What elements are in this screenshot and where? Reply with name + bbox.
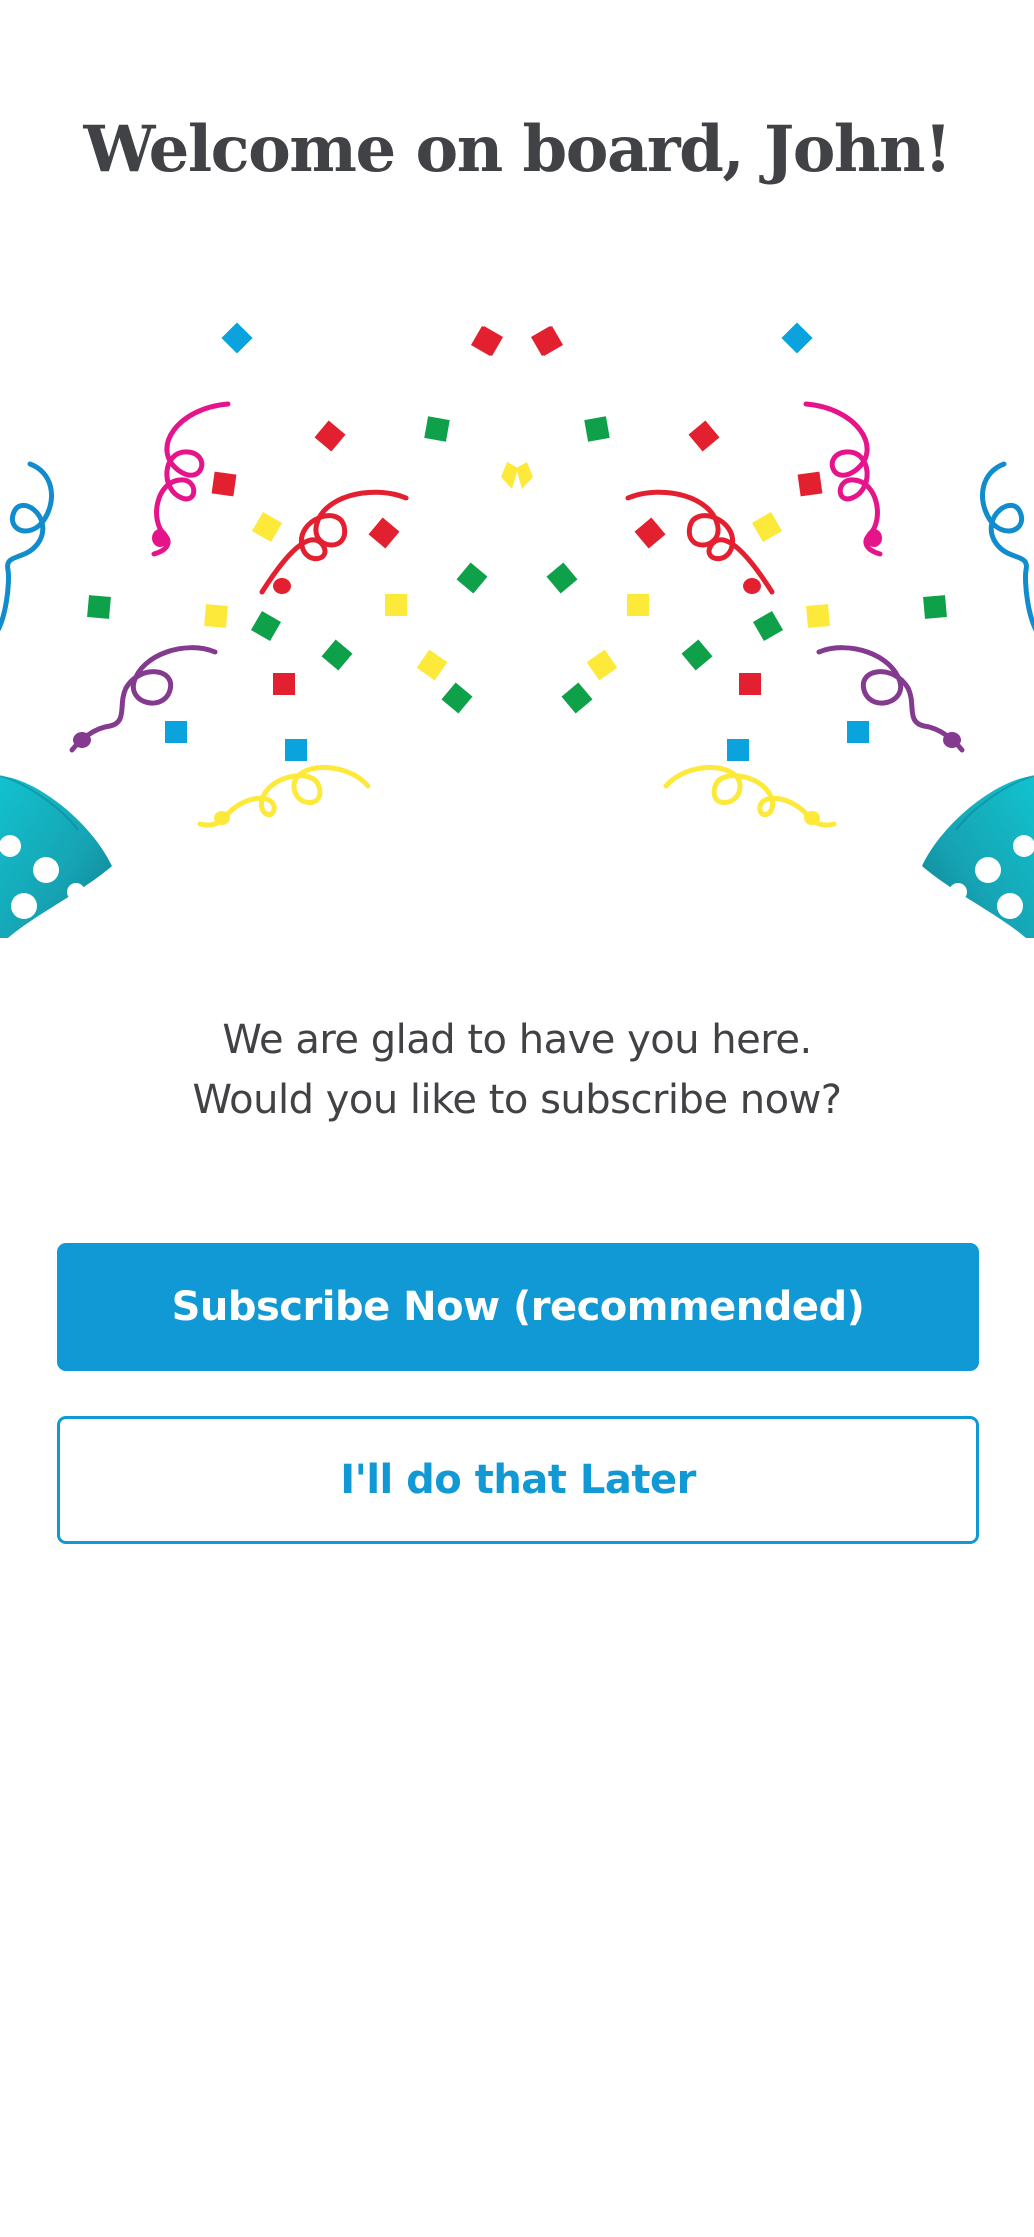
do-later-button[interactable]: I'll do that Later [57,1416,979,1544]
page-title: Welcome on board, John! [83,112,952,187]
subscribe-now-label: Subscribe Now (recommended) [171,1284,865,1330]
confetti-party-popper-icon [0,300,1034,960]
welcome-screen: Welcome on board, John! We are glad to h… [0,0,1034,2237]
welcome-message: We are glad to have you here. Would you … [0,1010,1034,1130]
message-line-2: Would you like to subscribe now? [192,1077,842,1123]
do-later-label: I'll do that Later [340,1457,696,1503]
message-line-1: We are glad to have you here. [222,1017,812,1063]
subscribe-now-button[interactable]: Subscribe Now (recommended) [57,1243,979,1371]
